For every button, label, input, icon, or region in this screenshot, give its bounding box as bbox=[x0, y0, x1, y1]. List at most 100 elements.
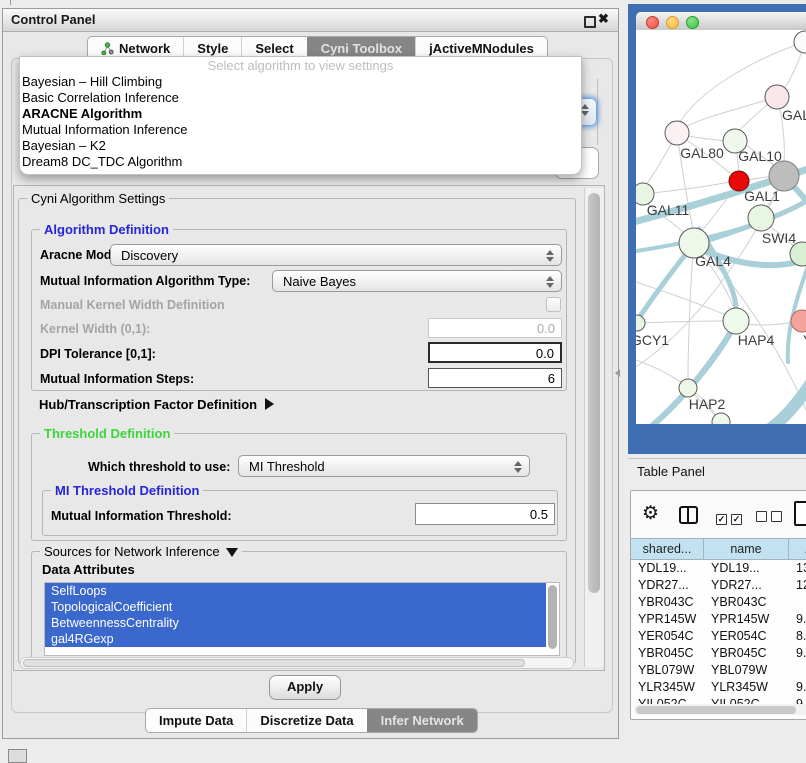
attribute-item-selfloops[interactable]: SelfLoops bbox=[45, 583, 546, 599]
algorithm-dropdown-popup: Select algorithm to view settings Bayesi… bbox=[19, 56, 582, 175]
network-node[interactable] bbox=[679, 379, 697, 397]
table-cell: YBR043C bbox=[704, 594, 789, 611]
aracne-mode-select[interactable]: Discovery bbox=[110, 244, 562, 266]
tab-discretize-data[interactable]: Discretize Data bbox=[246, 709, 366, 732]
column-header-shared[interactable]: shared... bbox=[631, 539, 704, 560]
network-node[interactable] bbox=[665, 121, 689, 145]
table-cell: 13 bbox=[789, 560, 806, 577]
column-header-name[interactable]: name bbox=[704, 539, 789, 560]
network-window[interactable]: GALGAL80GAL10GAL1GAL11SWI4GAL4GCY1HAP4YH… bbox=[636, 12, 806, 424]
algorithm-popup-list: Bayesian – Hill ClimbingBasic Correlatio… bbox=[20, 74, 581, 170]
which-threshold-select[interactable]: MI Threshold bbox=[238, 455, 530, 477]
which-threshold-value: MI Threshold bbox=[249, 459, 325, 474]
horizontal-scrollbar-thumb[interactable] bbox=[23, 659, 525, 667]
network-edge[interactable] bbox=[688, 136, 724, 141]
algorithm-option-bayesian-hill-climbing[interactable]: Bayesian – Hill Climbing bbox=[20, 74, 581, 90]
table-cell: YER054C bbox=[704, 628, 789, 645]
network-edge-thick[interactable] bbox=[761, 378, 806, 424]
tab-label: Cyni Toolbox bbox=[321, 41, 402, 56]
tab-impute-data[interactable]: Impute Data bbox=[146, 709, 246, 732]
table-row[interactable]: YLR345WYLR345W9. bbox=[631, 679, 806, 696]
gear-icon[interactable]: ⚙ bbox=[642, 502, 659, 525]
mi-steps-label: Mutual Information Steps: bbox=[40, 372, 194, 386]
algorithm-option-basic-correlation-inference[interactable]: Basic Correlation Inference bbox=[20, 90, 581, 106]
vertical-scrollbar-thumb[interactable] bbox=[588, 193, 600, 593]
algorithm-option-mutual-information-inference[interactable]: Mutual Information Inference bbox=[20, 122, 581, 138]
network-edge-thick[interactable] bbox=[636, 245, 693, 332]
attribute-item-topologicalcoefficient[interactable]: TopologicalCoefficient bbox=[45, 599, 546, 615]
network-edge[interactable] bbox=[686, 97, 777, 127]
kernel-width-field[interactable]: 0.0 bbox=[428, 318, 562, 338]
panel-splitter-grip[interactable] bbox=[615, 369, 620, 377]
minimize-traffic-light-icon[interactable] bbox=[666, 16, 679, 29]
network-node[interactable] bbox=[794, 31, 806, 53]
mi-threshold-field[interactable]: 0.5 bbox=[415, 503, 555, 525]
table-row[interactable]: YDR27...YDR27...12 bbox=[631, 577, 806, 594]
table-cell: YBL079W bbox=[631, 662, 704, 679]
algorithm-option-bayesian-k2[interactable]: Bayesian – K2 bbox=[20, 138, 581, 154]
table-row[interactable]: YBR045CYBR045C9. bbox=[631, 645, 806, 662]
minimized-panel-icon[interactable] bbox=[8, 749, 27, 763]
table-row[interactable]: YBL079WYBL079W bbox=[631, 662, 806, 679]
mi-type-label: Mutual Information Algorithm Type: bbox=[40, 274, 250, 288]
node-label-gal1: GAL1 bbox=[744, 188, 780, 204]
apply-button[interactable]: Apply bbox=[269, 675, 341, 700]
table-scrollbar-thumb[interactable] bbox=[636, 706, 796, 714]
attribute-item-gal4rgexp[interactable]: gal4RGexp bbox=[45, 631, 546, 647]
tab-infer-network[interactable]: Infer Network bbox=[367, 709, 477, 732]
table-cell bbox=[789, 662, 806, 679]
unchecked-pair-icon[interactable] bbox=[756, 509, 786, 527]
table-cell: YLR345W bbox=[631, 679, 704, 696]
algorithm-option-dream8-dc-tdc-algorithm[interactable]: Dream8 DC_TDC Algorithm bbox=[20, 154, 581, 170]
table-row[interactable]: YPR145WYPR145W9. bbox=[631, 611, 806, 628]
network-edge[interactable] bbox=[639, 321, 726, 323]
node-label-gcy1: GCY1 bbox=[636, 332, 669, 348]
hub-definition-toggle[interactable]: Hub/Transcription Factor Definition bbox=[39, 397, 274, 412]
threshold-definition-title: Threshold Definition bbox=[40, 426, 174, 441]
table-cell: YBR043C bbox=[631, 594, 704, 611]
data-attributes-list[interactable]: SelfLoopsTopologicalCoefficientBetweenne… bbox=[44, 582, 560, 656]
list-scrollbar-thumb[interactable] bbox=[548, 585, 557, 649]
cyni-settings-group-title: Cyni Algorithm Settings bbox=[27, 191, 169, 206]
close-traffic-light-icon[interactable] bbox=[646, 16, 659, 29]
node-label-gal: GAL bbox=[782, 107, 806, 123]
network-node[interactable] bbox=[748, 205, 774, 231]
mi-threshold-definition-title: MI Threshold Definition bbox=[51, 483, 203, 498]
table-horizontal-scrollbar[interactable] bbox=[634, 704, 806, 715]
document-icon[interactable] bbox=[794, 501, 806, 526]
table-cell: 12 bbox=[789, 577, 806, 594]
algorithm-option-aracne-algorithm[interactable]: ARACNE Algorithm bbox=[20, 106, 581, 122]
columns-icon[interactable] bbox=[679, 506, 698, 524]
manual-kernel-width-checkbox[interactable] bbox=[546, 297, 561, 312]
network-node[interactable] bbox=[723, 308, 749, 334]
sources-group-title[interactable]: Sources for Network Inference bbox=[40, 544, 242, 559]
settings-horizontal-scrollbar[interactable] bbox=[20, 657, 574, 669]
network-edge[interactable] bbox=[688, 252, 693, 379]
table-row[interactable]: YBR043CYBR043C bbox=[631, 594, 806, 611]
float-window-icon[interactable] bbox=[584, 16, 596, 28]
tab-label: Network bbox=[119, 41, 170, 56]
table-header-row: shared...nameA bbox=[631, 538, 806, 560]
network-node[interactable] bbox=[769, 161, 799, 191]
mi-steps-field[interactable]: 6 bbox=[428, 368, 562, 388]
table-panel: ⚙ ✓✓ shared...nameA YDL19...YDL19...13YD… bbox=[630, 490, 806, 720]
attribute-item-betweennesscentrality[interactable]: BetweennessCentrality bbox=[45, 615, 546, 631]
column-header-a[interactable]: A bbox=[789, 539, 806, 560]
close-icon[interactable]: ✖ bbox=[598, 11, 609, 27]
tab-label: Select bbox=[255, 41, 293, 56]
cyni-bottom-tab-strip: Impute Data Discretize Data Infer Network bbox=[145, 708, 478, 733]
settings-vertical-scrollbar[interactable] bbox=[584, 188, 604, 667]
network-node[interactable] bbox=[765, 85, 789, 109]
table-row[interactable]: YDL19...YDL19...13 bbox=[631, 560, 806, 577]
mi-algorithm-type-select[interactable]: Naive Bayes bbox=[272, 270, 562, 292]
network-canvas[interactable]: GALGAL80GAL10GAL1GAL11SWI4GAL4GCY1HAP4YH… bbox=[636, 30, 806, 424]
dpi-tolerance-field[interactable]: 0.0 bbox=[428, 342, 562, 363]
network-window-titlebar[interactable] bbox=[636, 12, 806, 31]
zoom-traffic-light-icon[interactable] bbox=[686, 16, 699, 29]
table-row[interactable]: YER054CYER054C8. bbox=[631, 628, 806, 645]
tab-label: Discretize Data bbox=[260, 713, 353, 728]
network-node[interactable] bbox=[636, 315, 645, 331]
divider-nub bbox=[10, 0, 11, 5]
checked-pair-icon[interactable]: ✓✓ bbox=[716, 509, 746, 527]
table-cell: YBR045C bbox=[631, 645, 704, 662]
